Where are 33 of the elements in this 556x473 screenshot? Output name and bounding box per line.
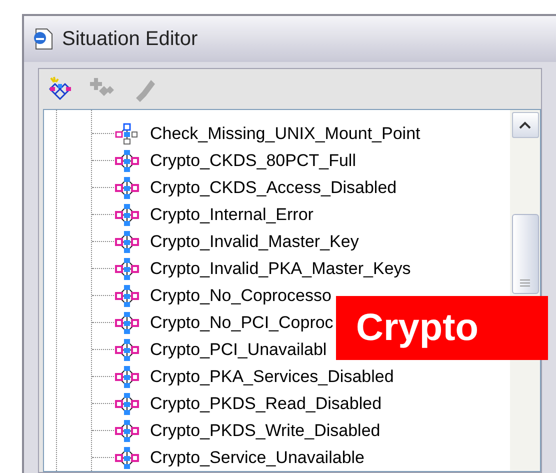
scroll-up-button[interactable] <box>512 112 538 138</box>
situation-label[interactable]: Crypto_PKDS_Read_Disabled <box>150 390 382 416</box>
situation-label[interactable]: Crypto_No_Coprocesso <box>150 282 332 308</box>
situation-label[interactable]: Crypto_CKDS_80PCT_Full <box>150 148 356 174</box>
situation-label[interactable]: Check_Missing_UNIX_Mount_Point <box>150 120 420 146</box>
network-icon <box>114 446 140 470</box>
network-icon <box>114 364 140 388</box>
hierarchy-icon <box>114 122 140 146</box>
network-icon <box>114 256 140 280</box>
network-icon <box>114 284 140 308</box>
network-icon <box>114 338 140 362</box>
callout-tooltip: Crypto <box>336 296 548 360</box>
network-icon <box>114 148 140 172</box>
network-icon <box>114 230 140 254</box>
situation-label[interactable]: Crypto_PCI_Unavailabl <box>150 336 327 362</box>
situation-label[interactable]: Crypto_Service_Unavailable <box>150 444 365 470</box>
network-icon <box>114 310 140 334</box>
network-icon <box>114 392 140 416</box>
situation-label[interactable]: Crypto_PKDS_Write_Disabled <box>150 418 380 444</box>
scroll-thumb[interactable] <box>512 214 538 294</box>
document-icon <box>32 27 54 51</box>
situation-label[interactable]: Crypto_Invalid_PKA_Master_Keys <box>150 256 411 282</box>
grip-icon <box>520 279 530 287</box>
caret-icon <box>519 121 531 129</box>
situation-label[interactable]: Crypto_PKA_Services_Disabled <box>150 364 394 390</box>
network-icon <box>114 418 140 442</box>
network-icon <box>114 202 140 226</box>
network-icon <box>114 176 140 200</box>
situation-label[interactable]: Crypto_Internal_Error <box>150 202 314 228</box>
situation-label[interactable]: Crypto_No_PCI_Coproc <box>150 310 334 336</box>
situation-label[interactable]: Crypto_CKDS_Access_Disabled <box>150 174 397 200</box>
situation-label[interactable]: Crypto_Invalid_Master_Key <box>150 228 359 254</box>
window-title: Situation Editor <box>62 27 198 52</box>
